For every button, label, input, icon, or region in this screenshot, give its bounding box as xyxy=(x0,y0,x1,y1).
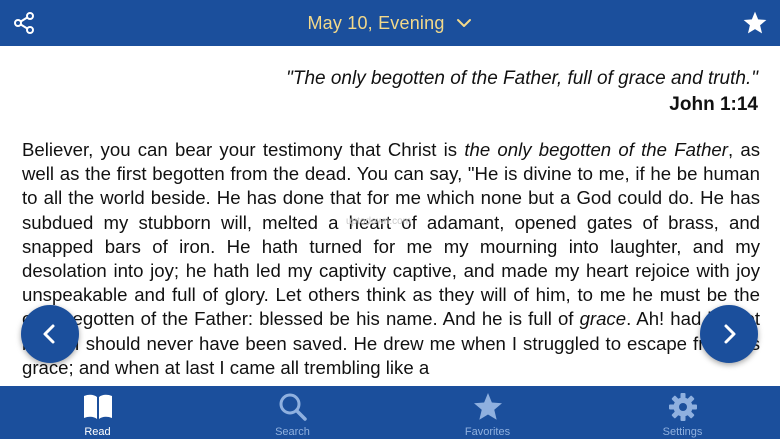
star-icon xyxy=(743,11,767,34)
watermark: uptodown.com xyxy=(346,216,412,227)
chevron-down-icon xyxy=(456,19,471,27)
next-day-button[interactable] xyxy=(700,305,758,363)
body-emphasis: the only begotten of the Father xyxy=(464,139,728,160)
chevron-right-icon xyxy=(724,324,736,344)
gear-icon xyxy=(668,393,697,421)
share-icon xyxy=(14,12,34,34)
scripture-reference: John 1:14 xyxy=(669,94,758,115)
tab-search[interactable]: Search xyxy=(195,386,390,439)
tab-read[interactable]: Read xyxy=(0,386,195,439)
devotional-text: Believer, you can bear your testimony th… xyxy=(22,138,760,380)
scripture-verse: "The only begotten of the Father, full o… xyxy=(286,68,758,89)
tab-label: Search xyxy=(275,426,310,438)
body-emphasis: grace xyxy=(579,308,627,330)
star-icon xyxy=(473,393,502,420)
book-icon xyxy=(83,394,112,419)
tab-settings[interactable]: Settings xyxy=(585,386,780,439)
tab-label: Favorites xyxy=(464,426,511,438)
page-title: May 10, Evening xyxy=(307,12,445,33)
date-selector[interactable]: May 10, Evening xyxy=(307,13,472,34)
body-segment: , as well as the first begotten from the… xyxy=(22,139,760,330)
share-button[interactable] xyxy=(12,11,36,35)
reading-content: "The only begotten of the Father, full o… xyxy=(0,46,780,386)
tab-label: Read xyxy=(84,426,111,438)
tab-favorites[interactable]: Favorites xyxy=(390,386,585,439)
top-bar: May 10, Evening xyxy=(0,0,780,46)
tab-bar: Read Search Favorites Settings xyxy=(0,386,780,439)
favorite-button[interactable] xyxy=(742,10,768,36)
search-icon xyxy=(279,393,307,421)
previous-day-button[interactable] xyxy=(21,305,79,363)
tab-label: Settings xyxy=(662,426,703,438)
body-segment: Believer, you can bear your testimony th… xyxy=(22,139,465,160)
chevron-left-icon xyxy=(43,324,55,344)
